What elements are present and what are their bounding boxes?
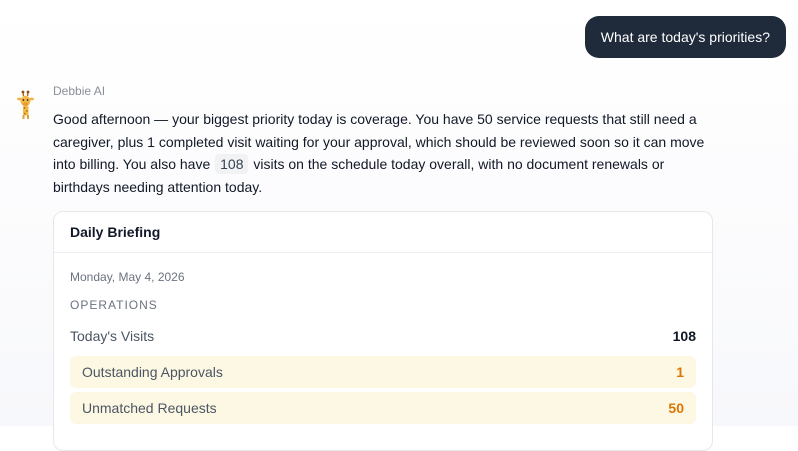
metric-value: 108: [672, 328, 696, 344]
visit-count-chip: 108: [215, 154, 249, 174]
briefing-date: Monday, May 4, 2026: [70, 270, 185, 284]
giraffe-icon: [14, 90, 38, 120]
section-label-operations: OPERATIONS: [70, 298, 158, 312]
briefing-body: Monday, May 4, 2026 OPERATIONS Today's V…: [54, 253, 712, 424]
metric-outstanding-approvals[interactable]: Outstanding Approvals 1: [70, 356, 696, 388]
user-message-row: What are today's priorities?: [584, 16, 786, 58]
metric-todays-visits: Today's Visits 108: [70, 320, 696, 352]
metric-value: 1: [676, 364, 684, 380]
assistant-name: Debbie AI: [53, 84, 106, 98]
metric-value: 50: [668, 400, 684, 416]
metric-unmatched-requests[interactable]: Unmatched Requests 50: [70, 392, 696, 424]
metric-label: Today's Visits: [70, 328, 155, 344]
assistant-message: Good afternoon — your biggest priority t…: [53, 108, 721, 198]
metric-label: Outstanding Approvals: [82, 364, 223, 380]
user-message-bubble: What are today's priorities?: [584, 16, 786, 58]
daily-briefing-card: Daily Briefing Monday, May 4, 2026 OPERA…: [53, 211, 713, 451]
briefing-title: Daily Briefing: [54, 212, 712, 253]
metric-label: Unmatched Requests: [82, 400, 217, 416]
